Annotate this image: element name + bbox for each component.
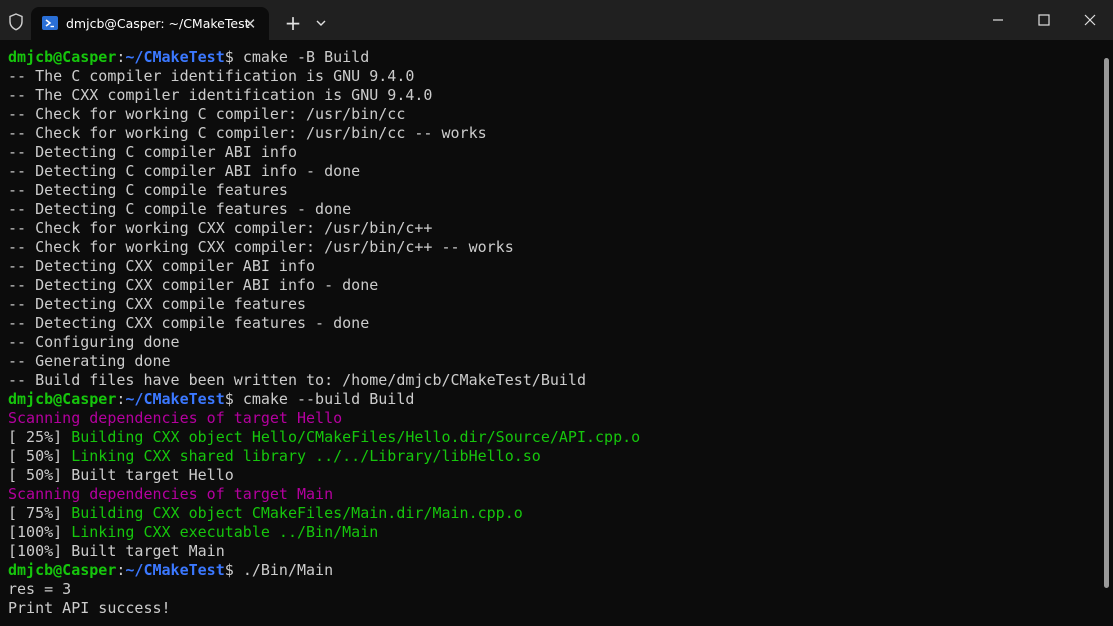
terminal-line: -- Build files have been written to: /ho…	[8, 371, 1098, 390]
progress-percent: [ 75%]	[8, 504, 72, 522]
output-text: -- Detecting CXX compile features - done	[8, 314, 370, 332]
output-text: Print API success!	[8, 599, 171, 617]
prompt-path: ~/CMakeTest	[125, 390, 225, 408]
terminal-line: -- Detecting CXX compile features - done	[8, 314, 1098, 333]
terminal-line: -- Detecting CXX compiler ABI info	[8, 257, 1098, 276]
prompt-symbol: $	[224, 390, 243, 408]
prompt-user-host: dmjcb@Casper	[8, 561, 117, 579]
output-text: -- The CXX compiler identification is GN…	[8, 86, 433, 104]
terminal-line: Scanning dependencies of target Main	[8, 485, 1098, 504]
progress-message: Built target Main	[71, 542, 225, 560]
prompt-symbol: $	[224, 561, 243, 579]
terminal-line: -- Detecting C compiler ABI info - done	[8, 162, 1098, 181]
progress-percent: [ 50%]	[8, 466, 72, 484]
progress-percent: [100%]	[8, 542, 72, 560]
output-text: -- Check for working C compiler: /usr/bi…	[8, 105, 406, 123]
prompt-path: ~/CMakeTest	[125, 561, 225, 579]
terminal-line: -- Detecting CXX compiler ABI info - don…	[8, 276, 1098, 295]
progress-percent: [ 50%]	[8, 447, 72, 465]
output-text: -- Detecting CXX compiler ABI info - don…	[8, 276, 379, 294]
terminal-line: -- Detecting C compiler ABI info	[8, 143, 1098, 162]
output-text: -- Detecting C compile features	[8, 181, 288, 199]
terminal-line: Scanning dependencies of target Hello	[8, 409, 1098, 428]
terminal-line: dmjcb@Casper:~/CMakeTest$ cmake -B Build	[8, 48, 1098, 67]
output-text: -- Detecting CXX compile features	[8, 295, 307, 313]
terminal-line: [ 25%] Building CXX object Hello/CMakeFi…	[8, 428, 1098, 447]
progress-message: Building CXX object Hello/CMakeFiles/Hel…	[71, 428, 641, 446]
terminal-line: [ 50%] Built target Hello	[8, 466, 1098, 485]
terminal-line: [100%] Built target Main	[8, 542, 1098, 561]
progress-message: Linking CXX executable ../Bin/Main	[71, 523, 379, 541]
terminal-line: dmjcb@Casper:~/CMakeTest$ cmake --build …	[8, 390, 1098, 409]
terminal-line: -- Check for working CXX compiler: /usr/…	[8, 238, 1098, 257]
terminal-line: -- Detecting C compile features - done	[8, 200, 1098, 219]
minimize-button[interactable]	[975, 0, 1021, 40]
close-icon[interactable]: ✕	[240, 15, 260, 33]
output-text: -- Check for working CXX compiler: /usr/…	[8, 238, 514, 256]
progress-message: Built target Hello	[71, 466, 234, 484]
output-text: -- Detecting C compiler ABI info - done	[8, 162, 361, 180]
close-icon	[1084, 14, 1096, 26]
output-text: -- Check for working CXX compiler: /usr/…	[8, 219, 433, 237]
terminal-line: -- Detecting C compile features	[8, 181, 1098, 200]
scan-message: Scanning dependencies of target Main	[8, 485, 334, 503]
progress-message: Linking CXX shared library ../../Library…	[71, 447, 541, 465]
output-text: -- Generating done	[8, 352, 171, 370]
command-text: cmake --build Build	[242, 390, 415, 408]
terminal-line: dmjcb@Casper:~/CMakeTest$ ./Bin/Main	[8, 561, 1098, 580]
output-text: -- Check for working C compiler: /usr/bi…	[8, 124, 487, 142]
title-bar: dmjcb@Casper: ~/CMakeTest ✕ +	[0, 0, 1113, 40]
terminal-line: res = 3	[8, 580, 1098, 599]
scan-message: Scanning dependencies of target Hello	[8, 409, 343, 427]
maximize-icon	[1038, 14, 1050, 26]
tab-title: dmjcb@Casper: ~/CMakeTest	[66, 16, 250, 31]
terminal-line: -- Configuring done	[8, 333, 1098, 352]
minimize-icon	[993, 19, 1003, 21]
terminal-line: -- Check for working C compiler: /usr/bi…	[8, 124, 1098, 143]
terminal-line: -- Check for working CXX compiler: /usr/…	[8, 219, 1098, 238]
command-text: cmake -B Build	[242, 48, 370, 66]
output-text: -- Detecting C compile features - done	[8, 200, 352, 218]
output-text: -- Detecting C compiler ABI info	[8, 143, 297, 161]
output-text: -- Detecting CXX compiler ABI info	[8, 257, 316, 275]
output-text: -- The C compiler identification is GNU …	[8, 67, 415, 85]
chevron-down-icon[interactable]	[311, 11, 331, 35]
terminal-line: Print API success!	[8, 599, 1098, 618]
shield-icon[interactable]	[6, 12, 26, 32]
output-text: res = 3	[8, 580, 72, 598]
terminal-line: -- Detecting CXX compile features	[8, 295, 1098, 314]
maximize-button[interactable]	[1021, 0, 1067, 40]
prompt-user-host: dmjcb@Casper	[8, 48, 117, 66]
terminal-line: [ 50%] Linking CXX shared library ../../…	[8, 447, 1098, 466]
output-text: -- Configuring done	[8, 333, 180, 351]
prompt-path: ~/CMakeTest	[125, 48, 225, 66]
tab-terminal[interactable]: dmjcb@Casper: ~/CMakeTest ✕	[31, 7, 269, 40]
progress-message: Building CXX object CMakeFiles/Main.dir/…	[71, 504, 523, 522]
terminal-line: -- The C compiler identification is GNU …	[8, 67, 1098, 86]
terminal-line: -- Check for working C compiler: /usr/bi…	[8, 105, 1098, 124]
close-window-button[interactable]	[1067, 0, 1113, 40]
progress-percent: [100%]	[8, 523, 72, 541]
prompt-user-host: dmjcb@Casper	[8, 390, 117, 408]
terminal-line: [ 75%] Building CXX object CMakeFiles/Ma…	[8, 504, 1098, 523]
plus-icon[interactable]: +	[280, 11, 306, 35]
output-text: -- Build files have been written to: /ho…	[8, 371, 586, 389]
scrollbar[interactable]	[1104, 58, 1109, 588]
powershell-icon	[42, 16, 58, 30]
prompt-symbol: $	[224, 48, 243, 66]
progress-percent: [ 25%]	[8, 428, 72, 446]
terminal-line: -- Generating done	[8, 352, 1098, 371]
terminal-line: -- The CXX compiler identification is GN…	[8, 86, 1098, 105]
command-text: ./Bin/Main	[242, 561, 334, 579]
terminal-line: [100%] Linking CXX executable ../Bin/Mai…	[8, 523, 1098, 542]
terminal-output[interactable]: dmjcb@Casper:~/CMakeTest$ cmake -B Build…	[8, 48, 1098, 626]
